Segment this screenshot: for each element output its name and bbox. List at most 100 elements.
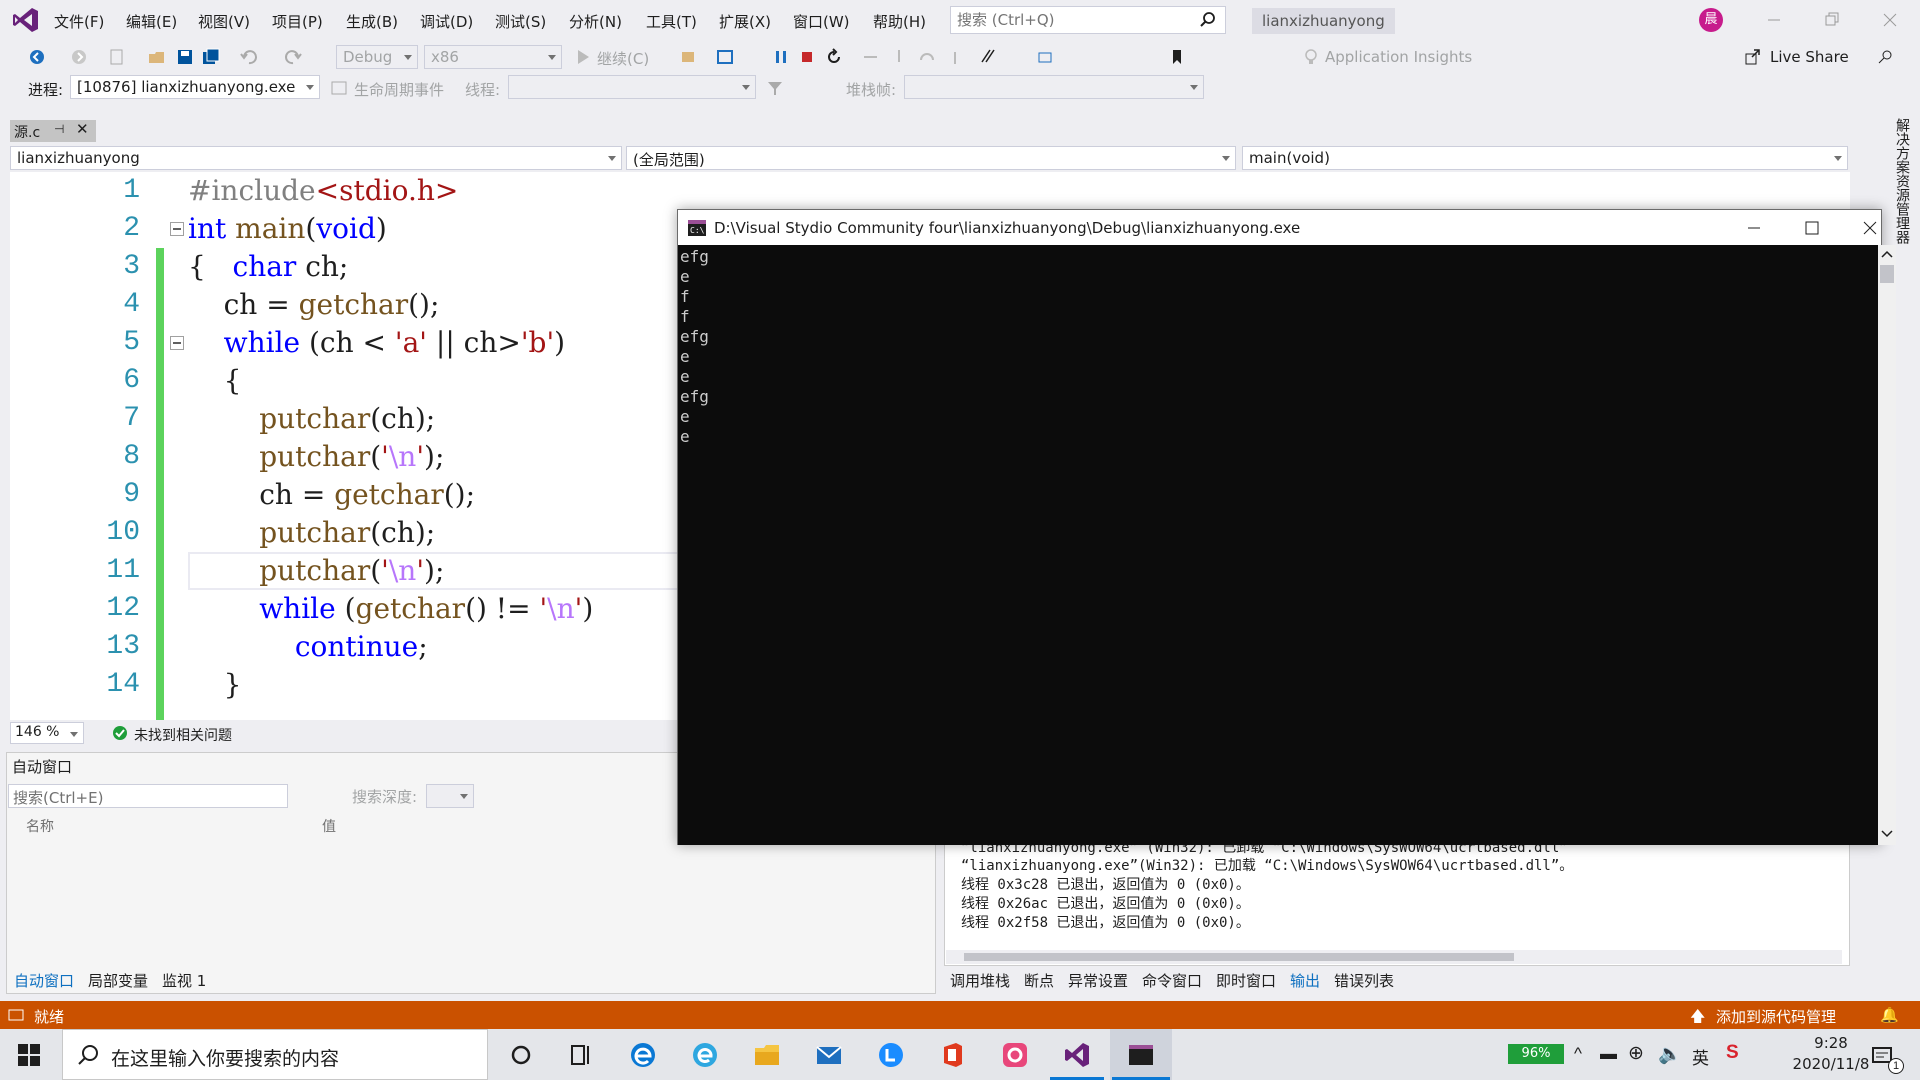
menu-file[interactable]: 文件(F)	[54, 11, 104, 32]
menu-view[interactable]: 视图(V)	[198, 11, 250, 32]
collapse-region-toggle[interactable]	[170, 336, 184, 350]
global-search-input[interactable]	[951, 7, 1181, 33]
windows-start-icon[interactable]	[18, 1044, 40, 1066]
step-out-icon[interactable]	[946, 48, 964, 66]
step-into-icon[interactable]	[890, 48, 908, 66]
screenshot-icon[interactable]	[716, 48, 734, 66]
continue-play-icon[interactable]	[574, 48, 592, 66]
open-file-icon[interactable]	[148, 48, 166, 66]
menu-window[interactable]: 窗口(W)	[793, 11, 850, 32]
menu-extensions[interactable]: 扩展(X)	[719, 11, 771, 32]
tab-breakpoints[interactable]: 断点	[1024, 970, 1054, 991]
restart-icon[interactable]	[825, 48, 843, 66]
input-method-indicator[interactable]: 英	[1692, 1044, 1709, 1069]
column-header-name[interactable]: 名称	[26, 816, 54, 836]
console-output-area[interactable]: efg e f f efg e e efg e e	[678, 245, 1878, 845]
tab-call-stack[interactable]: 调用堆栈	[950, 970, 1010, 991]
console-title-bar[interactable]: C:\ D:\Visual Stydio Community four\lian…	[678, 210, 1881, 245]
zoom-select[interactable]: 146 %	[10, 722, 84, 744]
redo-icon[interactable]	[284, 48, 302, 66]
chat-app-icon[interactable]	[876, 1040, 906, 1070]
continue-button-label[interactable]: 继续(C)	[597, 48, 649, 69]
user-avatar[interactable]: 晨	[1699, 8, 1723, 32]
output-window[interactable]: “lianxizhuanyong.exe” (Win32): 已卸载 “C:\W…	[944, 840, 1850, 966]
live-share-button[interactable]: Live Share	[1770, 48, 1849, 66]
tab-autos[interactable]: 自动窗口	[14, 970, 74, 991]
console-taskbar-icon[interactable]	[1126, 1040, 1156, 1070]
office-icon[interactable]	[938, 1040, 968, 1070]
output-horizontal-scrollbar[interactable]	[946, 950, 1842, 964]
menu-analyze[interactable]: 分析(N)	[569, 11, 622, 32]
global-search-box[interactable]	[950, 6, 1226, 34]
solution-configuration-select[interactable]: Debug	[336, 45, 418, 69]
thread-icon[interactable]	[1036, 48, 1054, 66]
show-next-statement-icon[interactable]	[862, 48, 880, 66]
step-over-icon[interactable]	[918, 48, 936, 66]
bookmark-icon[interactable]	[1168, 48, 1186, 66]
ie-browser-icon[interactable]	[690, 1040, 720, 1070]
tab-immediate-window[interactable]: 即时窗口	[1216, 970, 1276, 991]
undo-icon[interactable]	[240, 48, 258, 66]
photo-app-icon[interactable]	[1000, 1040, 1030, 1070]
console-close-icon[interactable]	[1860, 218, 1880, 238]
thread-select[interactable]	[508, 75, 756, 99]
tab-source-c[interactable]: 源.c ⊣ ✕	[10, 120, 96, 142]
collapse-region-toggle[interactable]	[170, 222, 184, 236]
column-header-value[interactable]: 值	[322, 816, 336, 836]
mail-icon[interactable]	[814, 1040, 844, 1070]
application-insights-button[interactable]: Application Insights	[1325, 48, 1472, 66]
pin-icon[interactable]: ⊣	[54, 122, 64, 136]
tab-close-icon[interactable]: ✕	[76, 120, 89, 138]
notifications-bell-icon[interactable]: 🔔	[1880, 1006, 1899, 1024]
search-depth-select[interactable]	[426, 784, 474, 808]
save-all-icon[interactable]	[202, 48, 220, 66]
issues-status[interactable]: 未找到相关问题	[134, 725, 232, 745]
close-icon[interactable]	[1880, 10, 1900, 30]
menu-test[interactable]: 测试(S)	[495, 11, 546, 32]
solution-platform-select[interactable]: x86	[424, 45, 562, 69]
menu-project[interactable]: 项目(P)	[272, 11, 323, 32]
break-all-pause-icon[interactable]	[772, 48, 790, 66]
menu-build[interactable]: 生成(B)	[346, 11, 398, 32]
tray-expand-icon[interactable]: ^	[1574, 1044, 1582, 1064]
battery-indicator[interactable]: 96%	[1508, 1044, 1564, 1064]
volume-icon[interactable]: 🔈	[1658, 1042, 1682, 1066]
scrollbar-thumb[interactable]	[964, 953, 1514, 961]
hot-reload-icon[interactable]	[980, 48, 998, 66]
add-to-source-control-button[interactable]: 添加到源代码管理	[1716, 1006, 1836, 1027]
minimize-icon[interactable]	[1764, 10, 1784, 30]
file-explorer-icon[interactable]	[752, 1040, 782, 1070]
console-minimize-icon[interactable]	[1744, 218, 1764, 238]
tab-command-window[interactable]: 命令窗口	[1142, 970, 1202, 991]
taskbar-search-box[interactable]: 在这里输入你要搜索的内容	[62, 1029, 488, 1080]
task-view-icon[interactable]	[566, 1040, 596, 1070]
battery-tray-icon[interactable]: ▬	[1600, 1044, 1617, 1064]
lifecycle-events-button[interactable]: 生命周期事件	[354, 79, 444, 100]
network-icon[interactable]: ⊕	[1628, 1042, 1644, 1065]
scrollbar-thumb[interactable]	[1880, 265, 1894, 283]
menu-tools[interactable]: 工具(T)	[646, 11, 697, 32]
console-vertical-scrollbar[interactable]	[1878, 245, 1896, 845]
filter-icon[interactable]	[766, 79, 784, 97]
cortana-icon[interactable]	[506, 1040, 536, 1070]
edge-browser-icon[interactable]	[628, 1040, 658, 1070]
attach-process-icon[interactable]	[680, 48, 698, 66]
new-project-icon[interactable]	[108, 48, 126, 66]
tab-error-list[interactable]: 错误列表	[1334, 970, 1394, 991]
menu-debug[interactable]: 调试(D)	[420, 11, 473, 32]
restore-icon[interactable]	[1822, 10, 1842, 30]
tab-watch-1[interactable]: 监视 1	[162, 970, 206, 991]
tab-output[interactable]: 输出	[1290, 970, 1320, 991]
menu-help[interactable]: 帮助(H)	[873, 11, 926, 32]
menu-edit[interactable]: 编辑(E)	[126, 11, 177, 32]
stack-frame-select[interactable]	[904, 75, 1204, 99]
project-nav-select[interactable]: lianxizhuanyong	[10, 146, 622, 170]
visual-studio-taskbar-icon[interactable]	[1062, 1040, 1092, 1070]
autos-search-input[interactable]: 搜索(Ctrl+E)	[8, 784, 288, 808]
console-window[interactable]: C:\ D:\Visual Stydio Community four\lian…	[677, 209, 1896, 845]
scroll-up-icon[interactable]	[1881, 249, 1893, 259]
tab-locals[interactable]: 局部变量	[88, 970, 148, 991]
function-nav-select[interactable]: main(void)	[1242, 146, 1848, 170]
stop-debugging-icon[interactable]	[798, 48, 816, 66]
save-icon[interactable]	[176, 48, 194, 66]
